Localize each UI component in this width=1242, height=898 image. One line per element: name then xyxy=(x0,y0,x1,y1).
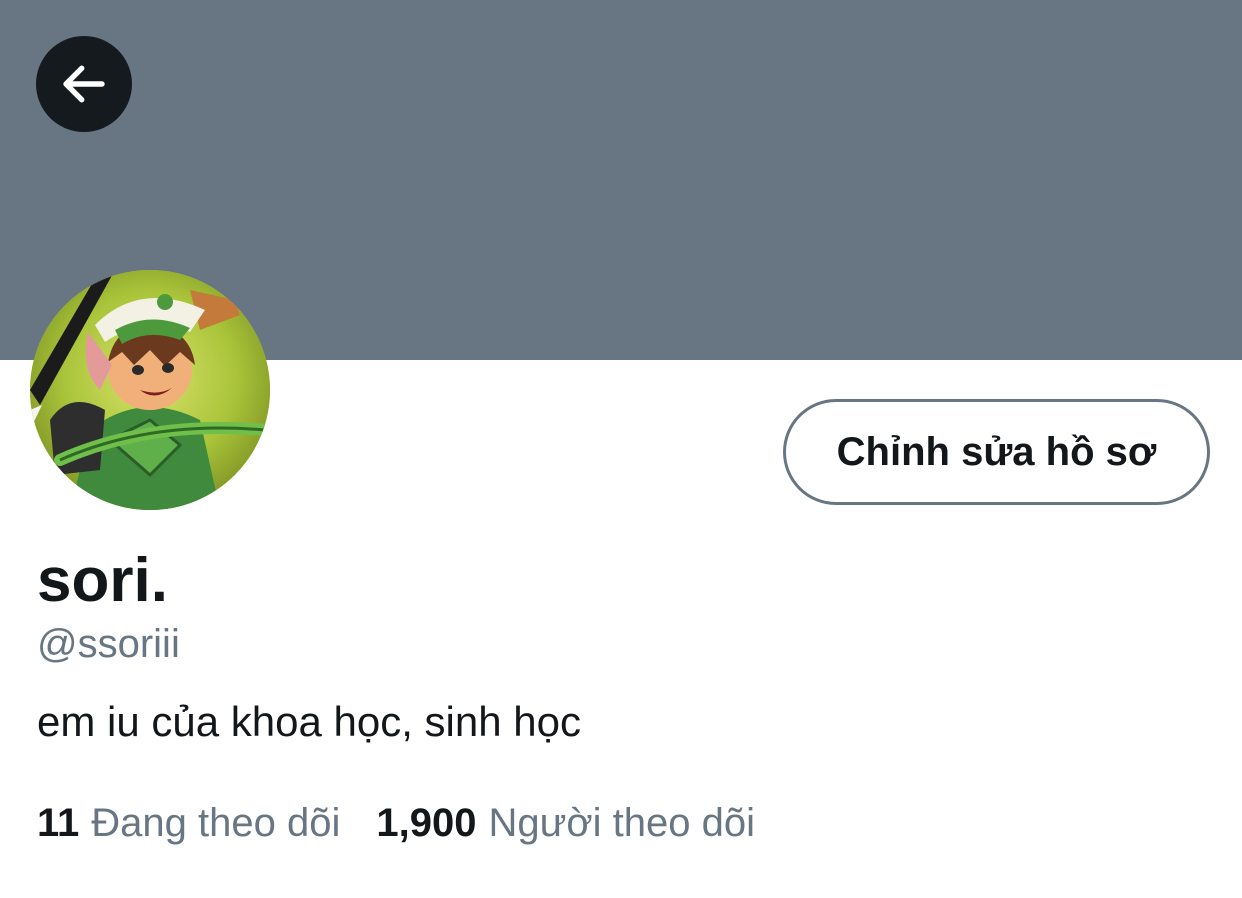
avatar[interactable] xyxy=(30,270,270,510)
arrow-left-icon xyxy=(63,65,105,103)
following-label: Đang theo dõi xyxy=(91,801,341,845)
follow-stats: 11 Đang theo dõi 1,900 Người theo dõi xyxy=(37,798,755,848)
back-button[interactable] xyxy=(36,36,132,132)
followers-count: 1,900 xyxy=(376,801,477,845)
profile-bio: em iu của khoa học, sinh học xyxy=(37,698,581,745)
profile-page: Chỉnh sửa hồ sơ sori. @ssoriii em iu của… xyxy=(0,0,1242,898)
display-name: sori. xyxy=(37,546,168,615)
followers-label: Người theo dõi xyxy=(488,801,755,845)
user-handle: @ssoriii xyxy=(37,622,180,666)
following-count: 11 xyxy=(37,801,80,845)
avatar-image xyxy=(30,270,270,510)
followers-link[interactable]: 1,900 Người theo dõi xyxy=(376,798,755,848)
edit-profile-button[interactable]: Chỉnh sửa hồ sơ xyxy=(783,399,1210,505)
following-link[interactable]: 11 Đang theo dõi xyxy=(37,798,340,848)
